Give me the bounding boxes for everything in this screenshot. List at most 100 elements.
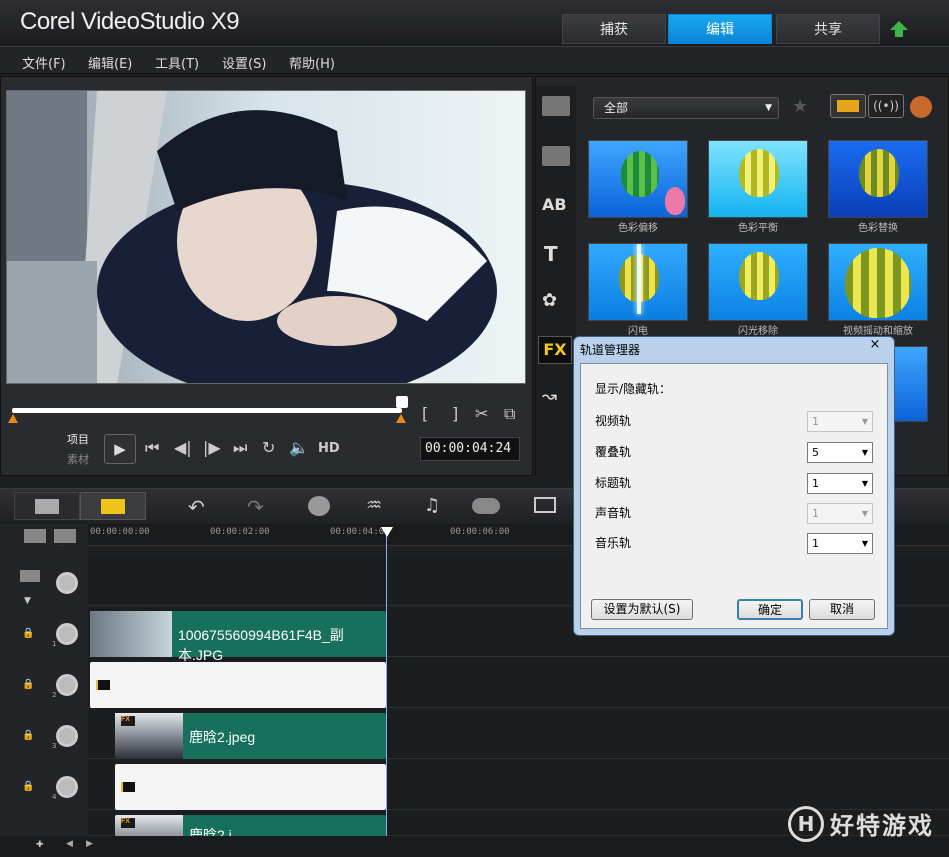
chevron-down-icon[interactable]: ▼ [24, 596, 31, 606]
add-to-favorites-icon[interactable]: ★ [792, 96, 808, 117]
library-category-select[interactable]: 全部 ▼ [593, 97, 779, 119]
ruler-tick-label: 00:00:02:00 [210, 527, 270, 537]
preview-window [6, 90, 526, 384]
track-number: 3 [52, 742, 57, 750]
transition-icon[interactable]: AB [542, 195, 567, 214]
track-lock-icon[interactable]: 🔒 [22, 730, 34, 741]
title-track-select[interactable]: 1 ▼ [807, 473, 873, 494]
previous-frame-icon[interactable]: ◀| [174, 438, 192, 457]
options-icon[interactable] [910, 96, 932, 118]
volume-icon[interactable]: 🔈 [289, 438, 309, 457]
track-lock-icon[interactable]: 🔒 [22, 628, 34, 639]
row-label-title: 标题轨 [595, 476, 632, 490]
menu-bar [0, 46, 949, 74]
track-lock-icon[interactable] [20, 570, 40, 582]
timeline-icon [101, 499, 125, 514]
menu-settings[interactable]: 设置(S) [222, 53, 266, 72]
play-button[interactable]: ▶ [104, 434, 136, 464]
effect-label: 闪电 [628, 326, 648, 337]
path-icon[interactable]: ↝ [542, 386, 557, 407]
library-sidebar [536, 86, 576, 476]
row-label-overlay: 覆叠轨 [595, 445, 632, 459]
effect-thumbnail[interactable] [588, 243, 688, 321]
scroll-left-icon[interactable]: ◀ [66, 839, 73, 849]
track-lock-icon[interactable]: 🔒 [22, 679, 34, 690]
media-icon[interactable] [542, 96, 570, 116]
fx-badge-icon: FX [121, 716, 135, 726]
undo-icon[interactable]: ↶ [188, 495, 205, 519]
tab-capture[interactable]: 捕获 [562, 14, 666, 44]
filter-icon[interactable]: FX [538, 336, 572, 364]
track-lock-icon[interactable]: 🔒 [22, 781, 34, 792]
audio-filter-toggle[interactable]: ((•)) [868, 94, 904, 118]
timeline-clip[interactable]: FX 鹿晗2.jpeg [115, 713, 386, 759]
trim-out-button[interactable]: ] [452, 404, 458, 423]
zoom-icon[interactable]: ✚ [36, 840, 44, 850]
trim-in-button[interactable]: [ [422, 404, 428, 423]
effect-thumbnail[interactable] [828, 243, 928, 321]
subtitle-editor-icon[interactable] [534, 497, 556, 513]
chevron-down-icon: ▼ [861, 509, 868, 518]
title-icon[interactable]: T [544, 242, 558, 266]
sound-mixer-icon[interactable]: ♒ [366, 495, 382, 516]
menu-tools[interactable]: 工具(T) [155, 53, 199, 72]
tab-edit[interactable]: 编辑 [668, 14, 772, 44]
clip-mode[interactable]: 素材 [67, 451, 89, 467]
timeline-clip[interactable] [115, 764, 386, 810]
next-frame-icon[interactable]: |▶ [203, 438, 221, 457]
effect-thumbnail[interactable] [588, 140, 688, 218]
menu-edit[interactable]: 编辑(E) [88, 53, 132, 72]
video-filter-toggle[interactable] [830, 94, 866, 118]
timecode-field[interactable]: 00:00:04:24 [420, 437, 520, 461]
chapter-point-icon[interactable] [54, 529, 76, 543]
split-icon[interactable]: ✂ [475, 404, 488, 423]
scrub-bar[interactable] [12, 408, 402, 413]
home-icon[interactable]: ⏮ [145, 438, 159, 458]
scrub-head[interactable] [396, 396, 408, 408]
enlarge-icon[interactable]: ⧉ [504, 404, 515, 424]
tab-share[interactable]: 共享 [776, 14, 880, 44]
timeline-view-button[interactable] [80, 492, 146, 520]
upload-icon[interactable] [888, 18, 910, 40]
playhead-marker[interactable] [381, 527, 393, 537]
motion-tracking-icon[interactable] [472, 498, 500, 514]
timeline-clip[interactable]: 100675560994B61F4B_副本.JPG [90, 611, 386, 663]
repeat-icon[interactable]: ↻ [262, 438, 275, 457]
track-manager-icon[interactable] [24, 529, 46, 543]
effect-thumbnail[interactable] [708, 243, 808, 321]
effect-thumbnail[interactable] [828, 140, 928, 218]
hd-toggle[interactable]: HD [318, 441, 340, 456]
redo-icon[interactable]: ↷ [247, 495, 264, 519]
cancel-button[interactable]: 取消 [809, 599, 875, 620]
instant-project-icon[interactable] [542, 146, 570, 166]
project-mode[interactable]: 项目 [67, 431, 89, 447]
timeline-clip[interactable] [90, 662, 386, 708]
record-capture-icon[interactable] [308, 496, 330, 516]
timeline-clip[interactable]: FX 鹿晗2.j [115, 815, 386, 836]
storyboard-view-button[interactable] [14, 492, 80, 520]
select-value: 1 [812, 507, 819, 520]
overlay-marker-icon [96, 680, 110, 690]
music-track-select[interactable]: 1 ▼ [807, 533, 873, 554]
graphic-icon[interactable]: ✿ [542, 290, 557, 311]
set-default-button[interactable]: 设置为默认(S) [591, 599, 693, 620]
auto-music-icon[interactable]: ♫ [424, 495, 440, 516]
close-icon[interactable]: × [860, 337, 890, 353]
menu-help[interactable]: 帮助(H) [289, 53, 335, 72]
ok-button[interactable]: 确定 [737, 599, 803, 620]
effect-thumbnail[interactable] [708, 140, 808, 218]
overlay-track-select[interactable]: 5 ▼ [807, 442, 873, 463]
mark-in-handle[interactable] [8, 414, 18, 423]
menu-file[interactable]: 文件(F) [22, 53, 66, 72]
scroll-right-icon[interactable]: ▶ [86, 839, 93, 849]
playhead[interactable] [386, 528, 387, 838]
clip-label: 100675560994B61F4B_副本.JPG [178, 627, 344, 663]
track-number: 4 [52, 793, 57, 801]
end-icon[interactable]: ⏭ [233, 438, 247, 458]
balloon-graphic [621, 151, 659, 197]
clip-label: 鹿晗2.j [189, 827, 232, 836]
storyboard-icon [35, 499, 59, 514]
mark-out-handle[interactable] [396, 414, 406, 423]
balloon-graphic [859, 149, 899, 197]
chevron-down-icon: ▼ [861, 539, 868, 548]
